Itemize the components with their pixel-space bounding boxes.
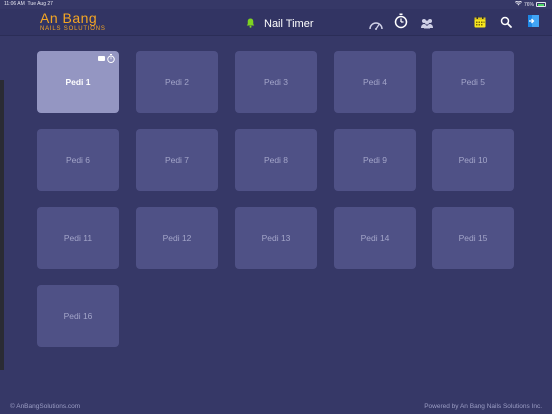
station-tile-pedi-15[interactable]: Pedi 15 bbox=[432, 207, 514, 269]
station-tile-pedi-2[interactable]: Pedi 2 bbox=[136, 51, 218, 113]
station-label: Pedi 9 bbox=[362, 155, 388, 165]
station-tile-pedi-12[interactable]: Pedi 12 bbox=[136, 207, 218, 269]
battery-icon bbox=[536, 2, 546, 7]
station-label: Pedi 6 bbox=[65, 155, 91, 165]
status-time: 11:06 AM bbox=[4, 1, 25, 7]
station-tile-pedi-16[interactable]: Pedi 16 bbox=[37, 285, 119, 347]
calendar-icon[interactable] bbox=[474, 15, 486, 33]
station-tile-pedi-8[interactable]: Pedi 8 bbox=[235, 129, 317, 191]
station-label: Pedi 15 bbox=[458, 233, 488, 243]
station-tile-pedi-11[interactable]: Pedi 11 bbox=[37, 207, 119, 269]
app-header: An Bang NAILS SOLUTIONS Nail Timer bbox=[0, 9, 552, 36]
station-tile-pedi-4[interactable]: Pedi 4 bbox=[334, 51, 416, 113]
station-label: Pedi 13 bbox=[261, 233, 291, 243]
station-tile-pedi-9[interactable]: Pedi 9 bbox=[334, 129, 416, 191]
footer-copyright: © AnBangSolutions.com bbox=[10, 403, 81, 410]
station-label: Pedi 5 bbox=[460, 77, 486, 87]
battery-percent: 76% bbox=[523, 1, 534, 8]
station-tile-pedi-7[interactable]: Pedi 7 bbox=[136, 129, 218, 191]
logo-line1: An Bang bbox=[40, 10, 98, 26]
brand-logo: An Bang NAILS SOLUTIONS bbox=[40, 11, 106, 32]
wifi-icon bbox=[514, 0, 522, 8]
logo-line2: NAILS SOLUTIONS bbox=[40, 26, 106, 32]
exit-icon[interactable] bbox=[527, 14, 540, 33]
station-label: Pedi 16 bbox=[63, 311, 93, 321]
station-label: Pedi 10 bbox=[458, 155, 488, 165]
station-tile-pedi-3[interactable]: Pedi 3 bbox=[235, 51, 317, 113]
station-label: Pedi 3 bbox=[263, 77, 289, 87]
timer-icon bbox=[107, 54, 115, 63]
station-tile-pedi-6[interactable]: Pedi 6 bbox=[37, 129, 119, 191]
station-tile-pedi-5[interactable]: Pedi 5 bbox=[432, 51, 514, 113]
bell-icon[interactable] bbox=[246, 15, 255, 33]
page-title: Nail Timer bbox=[264, 18, 314, 30]
group-icon[interactable] bbox=[420, 16, 434, 34]
footer: © AnBangSolutions.com Powered by An Bang… bbox=[0, 400, 552, 414]
station-label: Pedi 8 bbox=[263, 155, 289, 165]
station-tile-pedi-14[interactable]: Pedi 14 bbox=[334, 207, 416, 269]
station-tile-pedi-1[interactable]: Pedi 1 bbox=[37, 51, 119, 113]
station-label: Pedi 12 bbox=[162, 233, 192, 243]
station-label: Pedi 2 bbox=[164, 77, 190, 87]
station-label: Pedi 11 bbox=[63, 233, 93, 243]
station-label: Pedi 4 bbox=[362, 77, 388, 87]
title-group: Nail Timer bbox=[246, 15, 314, 33]
station-label: Pedi 14 bbox=[360, 233, 390, 243]
left-edge-bar bbox=[0, 80, 4, 370]
station-label: Pedi 1 bbox=[65, 77, 91, 87]
search-icon[interactable] bbox=[500, 15, 512, 33]
timer-icon[interactable] bbox=[394, 13, 408, 34]
station-tile-pedi-13[interactable]: Pedi 13 bbox=[235, 207, 317, 269]
status-bar: 11:06 AM Tue Aug 27 76% bbox=[0, 0, 552, 9]
footer-powered-by: Powered by An Bang Nails Solutions Inc. bbox=[424, 403, 542, 410]
status-date: Tue Aug 27 bbox=[27, 1, 53, 7]
status-time-date: 11:06 AM Tue Aug 27 bbox=[4, 1, 53, 7]
status-right: 76% bbox=[514, 0, 546, 8]
tile-status-icons bbox=[98, 54, 115, 63]
card-icon bbox=[98, 56, 105, 61]
station-label: Pedi 7 bbox=[164, 155, 190, 165]
station-tile-pedi-10[interactable]: Pedi 10 bbox=[432, 129, 514, 191]
speedometer-icon[interactable] bbox=[369, 17, 383, 35]
